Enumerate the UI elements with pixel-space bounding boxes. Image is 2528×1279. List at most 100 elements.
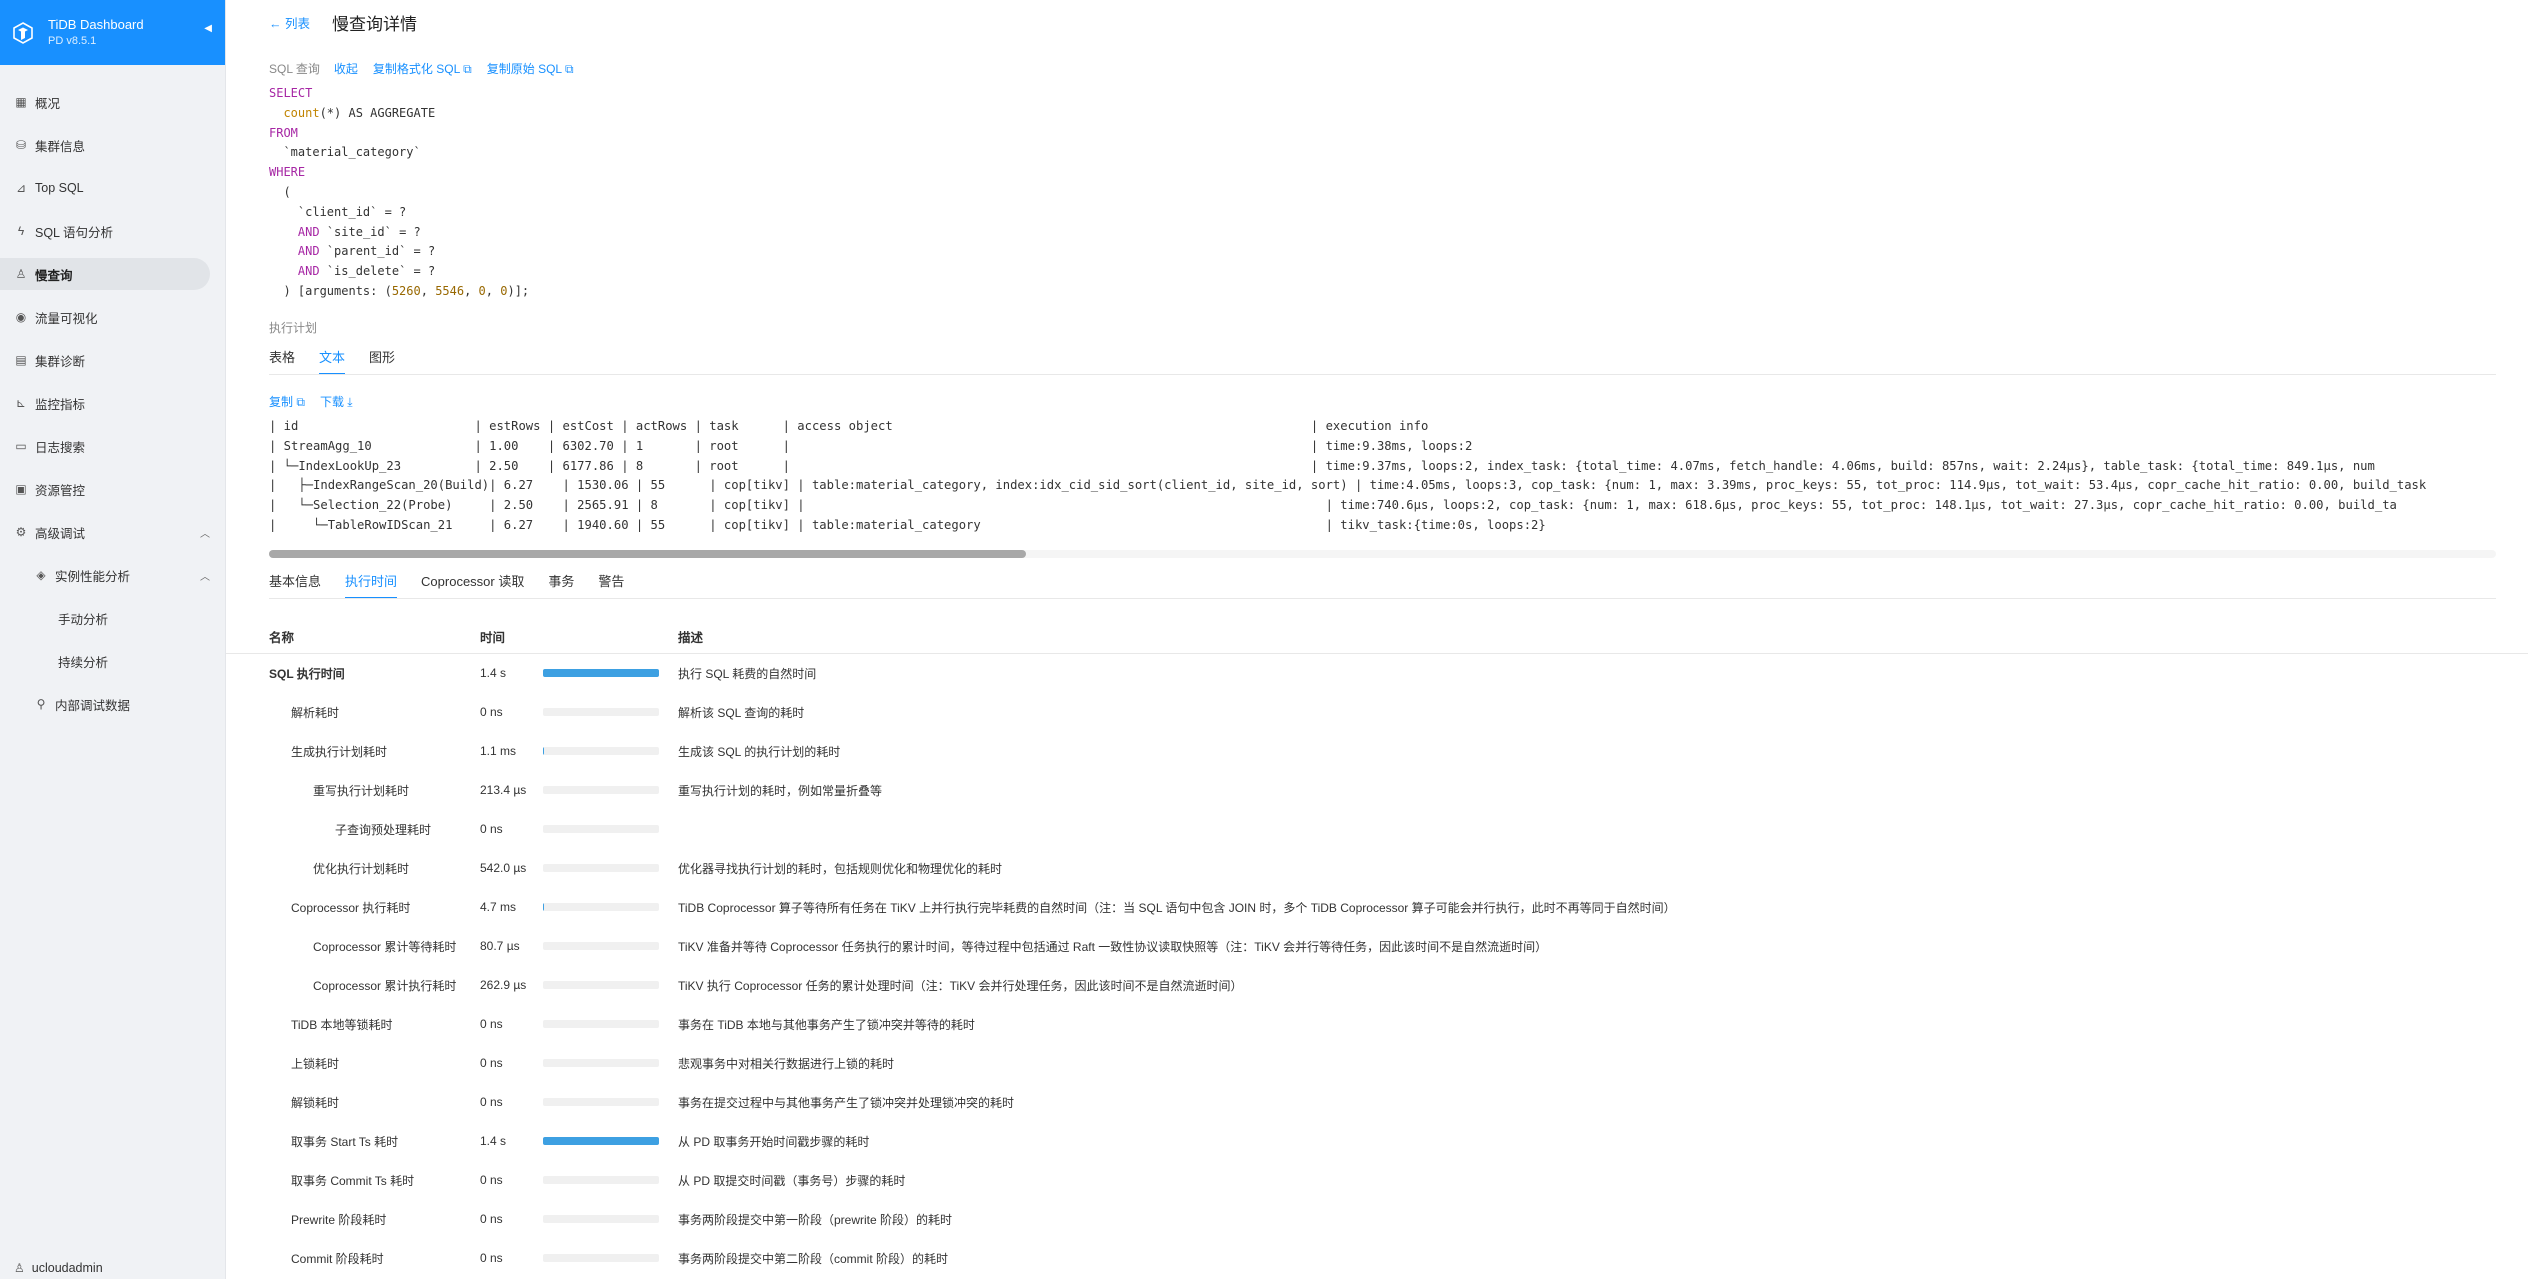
- tab-plan-text[interactable]: 文本: [319, 347, 346, 375]
- tab-exec-time[interactable]: 执行时间: [345, 571, 398, 599]
- col-name: 名称: [269, 631, 295, 645]
- tab-basic-info[interactable]: 基本信息: [269, 571, 321, 598]
- row-time: 0 ns: [480, 705, 503, 719]
- plan-actions: 复制 ⧉ 下载 ⤓: [269, 393, 368, 410]
- row-time: 0 ns: [480, 1212, 503, 1226]
- row-desc: 事务在提交过程中与其他事务产生了锁冲突并处理锁冲突的耗时: [678, 1095, 1015, 1110]
- row-name: Coprocessor 执行耗时: [291, 900, 411, 915]
- app-root: TiDB Dashboard PD v8.5.1 ◀ ▦ 概况 ⛁ 集群信息 ⊿ To…: [0, 0, 2528, 1279]
- sidebar-item-advanced-debug[interactable]: ⚙ 高级调试 ︿: [0, 516, 210, 548]
- row-bar: [543, 786, 659, 794]
- sql-arg: 5260: [391, 283, 421, 298]
- tab-plan-table[interactable]: 表格: [269, 347, 295, 374]
- row-name: 子查询预处理耗时: [335, 822, 432, 837]
- slow-query-icon: ♙: [15, 267, 27, 281]
- row-bar-fill: [543, 1137, 659, 1145]
- copy-original-sql-button[interactable]: 复制原始 SQL ⧉: [487, 60, 574, 77]
- tab-warnings[interactable]: 警告: [598, 571, 624, 598]
- sql-token: `parent_id` = ?: [319, 244, 436, 259]
- collapse-sql-button[interactable]: 收起: [334, 60, 358, 77]
- copy-plan-button[interactable]: 复制 ⧉: [269, 393, 305, 410]
- row-bar: [543, 1020, 659, 1028]
- collapse-sidebar-icon[interactable]: ◀: [204, 23, 212, 34]
- sidebar-item-top-sql[interactable]: ⊿ Top SQL: [0, 172, 210, 204]
- table-row: 优化执行计划耗时 542.0 µs 优化器寻找执行计划的耗时，包括规则优化和物理优化…: [226, 849, 2528, 888]
- row-name: 优化执行计划耗时: [313, 861, 410, 876]
- plan-scrollbar[interactable]: [269, 550, 2496, 558]
- sidebar-item-resource-manager[interactable]: ▣ 资源管控: [0, 473, 210, 505]
- tab-plan-graph[interactable]: 图形: [369, 347, 395, 374]
- row-time: 0 ns: [480, 1056, 503, 1070]
- sidebar-item-manual-profiling[interactable]: 手动分析: [0, 602, 210, 634]
- table-row: 解析耗时 0 ns 解析该 SQL 查询的耗时: [226, 693, 2528, 732]
- row-bar: [543, 708, 659, 716]
- row-desc: 重写执行计划的耗时，例如常量折叠等: [678, 783, 883, 798]
- sidebar-item-label: 集群诊断: [35, 354, 86, 369]
- row-desc: 生成该 SQL 的执行计划的耗时: [678, 744, 841, 759]
- table-row: Prewrite 阶段耗时 0 ns 事务两阶段提交中第一阶段（prewrite 阶…: [226, 1200, 2528, 1239]
- sql-line: FROM: [269, 125, 298, 140]
- plan-scrollbar-thumb[interactable]: [269, 550, 1027, 558]
- row-desc: 事务在 TiDB 本地与其他事务产生了锁冲突并等待的耗时: [678, 1017, 975, 1032]
- sidebar-item-diagnose[interactable]: ▤ 集群诊断: [0, 344, 210, 376]
- download-plan-button[interactable]: 下载 ⤓: [320, 393, 353, 410]
- col-desc: 描述: [678, 631, 704, 645]
- profile-icon: ◈: [36, 568, 46, 582]
- row-bar: [543, 1254, 659, 1262]
- sidebar-item-keyviz[interactable]: ◉ 流量可视化: [0, 301, 210, 333]
- row-name: 重写执行计划耗时: [313, 783, 410, 798]
- table-row: 重写执行计划耗时 213.4 µs 重写执行计划的耗时，例如常量折叠等: [226, 771, 2528, 810]
- sidebar-item-cluster-info[interactable]: ⛁ 集群信息: [0, 129, 210, 161]
- sql-token: ,: [420, 283, 436, 298]
- cluster-icon: ⛁: [15, 138, 27, 152]
- plan-tabs: 表格 文本 图形: [269, 347, 419, 375]
- sidebar-item-continuous-profiling[interactable]: 持续分析: [0, 645, 210, 677]
- row-bar: [543, 1176, 659, 1184]
- sidebar-item-monitoring[interactable]: ⊾ 监控指标: [0, 387, 210, 419]
- thunder-icon: ϟ: [17, 224, 25, 238]
- chart-icon: ⊿: [15, 181, 27, 195]
- sidebar-item-label: 高级调试: [35, 526, 86, 541]
- row-time: 213.4 µs: [480, 783, 527, 797]
- eye-icon: ◉: [15, 310, 27, 324]
- row-time: 542.0 µs: [480, 861, 527, 875]
- row-bar: [543, 942, 659, 950]
- tab-transaction[interactable]: 事务: [548, 571, 574, 598]
- sidebar-item-label: 集群信息: [35, 139, 86, 154]
- table-row: Coprocessor 执行耗时 4.7 ms TiDB Coprocessor 算…: [226, 888, 2528, 927]
- monitor-icon: ⊾: [15, 396, 27, 410]
- sidebar-item-statements[interactable]: ϟ SQL 语句分析: [0, 215, 210, 247]
- sidebar-item-instance-profiling[interactable]: ◈ 实例性能分析 ︿: [0, 559, 210, 591]
- tab-coprocessor[interactable]: Coprocessor 读取: [421, 571, 524, 598]
- row-time: 1.4 s: [480, 666, 507, 680]
- chevron-up-icon: ︿: [200, 528, 210, 540]
- row-name: 解锁耗时: [291, 1095, 340, 1110]
- sql-code-block: SELECT count(*) AS AGGREGATE FROM `mater…: [269, 84, 529, 302]
- sql-line: WHERE: [269, 165, 306, 180]
- row-bar: [543, 1059, 659, 1067]
- row-time: 0 ns: [480, 822, 503, 836]
- sidebar-item-label: 流量可视化: [35, 311, 98, 326]
- sidebar-item-log-search[interactable]: ▭ 日志搜索: [0, 430, 210, 462]
- sql-token: AND: [297, 244, 320, 259]
- row-bar: [543, 747, 659, 755]
- sidebar-item-label: 慢查询: [35, 268, 73, 283]
- user-menu[interactable]: ♙ ucloudadmin: [14, 1257, 103, 1279]
- sidebar-item-debug-api[interactable]: ⚲ 内部调试数据: [0, 688, 210, 720]
- row-name: TiDB 本地等锁耗时: [291, 1017, 393, 1032]
- sql-token: )];: [507, 283, 530, 298]
- copy-formatted-label: 复制格式化 SQL: [372, 62, 460, 76]
- row-time: 0 ns: [480, 1095, 503, 1109]
- table-row: 上锁耗时 0 ns 悲观事务中对相关行数据进行上锁的耗时: [226, 1044, 2528, 1083]
- back-link[interactable]: ← 列表: [269, 13, 310, 32]
- table-row: 解锁耗时 0 ns 事务在提交过程中与其他事务产生了锁冲突并处理锁冲突的耗时: [226, 1083, 2528, 1122]
- sidebar-item-overview[interactable]: ▦ 概况: [0, 86, 210, 118]
- row-name: 解析耗时: [291, 705, 340, 720]
- username: ucloudadmin: [31, 1261, 103, 1275]
- copy-formatted-sql-button[interactable]: 复制格式化 SQL ⧉: [373, 60, 472, 77]
- row-bar: [543, 981, 659, 989]
- table-row: Coprocessor 累计执行耗时 262.9 µs TiKV 执行 Coproc…: [226, 966, 2528, 1005]
- download-icon: ⤓: [347, 395, 353, 409]
- sidebar-item-slow-query[interactable]: ♙ 慢查询: [0, 258, 210, 290]
- sql-line: `client_id` = ?: [269, 204, 407, 219]
